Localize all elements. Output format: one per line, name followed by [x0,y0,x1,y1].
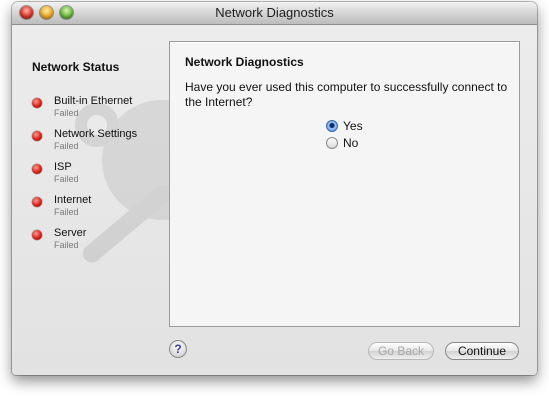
status-item-label: Built-in Ethernet [54,95,133,107]
status-item-label: ISP [54,161,72,173]
radio-label-yes[interactable]: Yes [343,119,363,133]
status-item-network-settings: Network Settings Failed [32,128,172,158]
status-item-isp: ISP Failed [32,161,172,191]
go-back-button[interactable]: Go Back [368,342,434,360]
status-item-state: Failed [54,240,79,250]
sidebar-title: Network Status [32,60,120,74]
title-bar[interactable]: Network Diagnostics [12,2,537,25]
radio-button-no[interactable] [326,137,338,149]
help-button[interactable]: ? [169,340,187,358]
status-failed-indicator-icon [32,98,42,108]
status-item-state: Failed [54,207,79,217]
status-item-state: Failed [54,141,79,151]
status-failed-indicator-icon [32,131,42,141]
window-title: Network Diagnostics [215,5,334,20]
window-content: Network Status Built-in Ethernet Failed … [12,25,537,375]
question-text: Have you ever used this computer to succ… [185,80,508,109]
status-item-server: Server Failed [32,227,172,257]
status-failed-indicator-icon [32,164,42,174]
panel-title: Network Diagnostics [185,55,304,69]
status-item-built-in-ethernet: Built-in Ethernet Failed [32,95,172,125]
status-item-state: Failed [54,174,79,184]
status-item-label: Internet [54,194,92,206]
network-diagnostics-window: Network Diagnostics Network Status Built… [12,2,537,375]
status-item-state: Failed [54,108,79,118]
radio-button-yes[interactable] [326,120,338,132]
status-failed-indicator-icon [32,230,42,240]
status-item-label: Network Settings [54,128,138,140]
radio-label-no[interactable]: No [343,136,358,150]
status-item-internet: Internet Failed [32,194,172,224]
continue-button[interactable]: Continue [445,342,519,360]
status-item-label: Server [54,227,87,239]
diagnostics-panel: Network Diagnostics Have you ever used t… [169,41,520,327]
status-failed-indicator-icon [32,197,42,207]
